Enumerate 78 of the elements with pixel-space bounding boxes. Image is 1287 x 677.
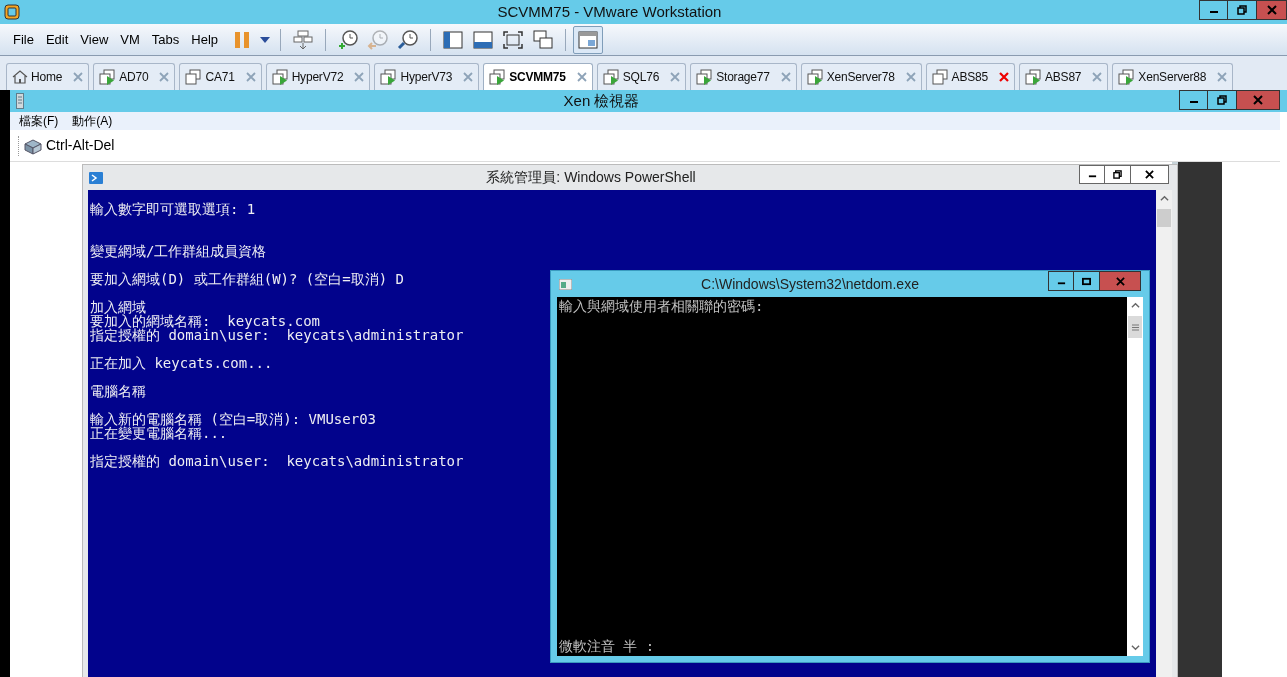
- ime-status: 微軟注音 半 :: [559, 637, 656, 655]
- console-line: 變更網域/工作群組成員資格: [90, 244, 267, 258]
- scroll-up-icon[interactable]: [1159, 194, 1169, 203]
- console-line: 正在變更電腦名稱...: [90, 426, 228, 440]
- minimize-button[interactable]: [1048, 271, 1074, 291]
- console-view-icon: [578, 30, 599, 49]
- dropdown-caret-icon: [260, 36, 271, 43]
- viewer-title: Xen 檢視器: [563, 90, 640, 111]
- console-line: 輸入新的電腦名稱 (空白=取消): VMUser03: [90, 412, 376, 426]
- scrollbar-thumb[interactable]: [1157, 209, 1171, 227]
- console-line: 電腦名稱: [90, 384, 146, 398]
- restore-icon: [1113, 170, 1122, 179]
- scrollbar[interactable]: [1127, 297, 1143, 656]
- console-line: 輸入與網域使用者相關聯的密碼:: [559, 298, 765, 314]
- scroll-up-icon[interactable]: [1130, 301, 1140, 310]
- menu-item[interactable]: Edit: [40, 29, 74, 50]
- scroll-down-icon[interactable]: [1130, 643, 1140, 652]
- close-icon: [1253, 95, 1263, 105]
- home-icon: [12, 69, 28, 85]
- clock-plus-icon: [337, 28, 360, 51]
- netdom-title: C:\Windows\System32\netdom.exe: [701, 274, 919, 294]
- console-line: 加入網域: [90, 300, 146, 314]
- tab[interactable]: SCVMM75: [483, 63, 593, 90]
- close-icon: [1266, 5, 1277, 15]
- console-line: 指定授權的 domain\user: keycats\administrator: [90, 328, 464, 342]
- window-title: SCVMM75 - VMware Workstation: [497, 1, 722, 22]
- menu-item[interactable]: Tabs: [146, 29, 185, 50]
- tab[interactable]: CA71: [179, 63, 262, 90]
- minimize-button[interactable]: [1179, 90, 1208, 110]
- console-icon: [559, 278, 572, 290]
- ctrl-alt-del-button[interactable]: Ctrl-Alt-Del: [22, 135, 115, 156]
- tab[interactable]: HyperV73: [374, 63, 480, 90]
- close-icon: [1115, 276, 1125, 286]
- console-line: 要加入的網域名稱: keycats.com: [90, 314, 320, 328]
- menu-item[interactable]: Help: [186, 29, 224, 50]
- minimize-button[interactable]: [1199, 0, 1228, 20]
- sidebar-icon: [443, 30, 464, 49]
- menu-item[interactable]: File: [8, 29, 39, 50]
- tab[interactable]: XenServer88: [1112, 63, 1234, 90]
- console-view-button[interactable]: [573, 25, 604, 54]
- restore-icon: [1237, 5, 1247, 15]
- close-icon[interactable]: [576, 72, 587, 82]
- menu-item[interactable]: VM: [115, 29, 145, 50]
- clock-arrow-icon: [367, 28, 390, 51]
- powershell-title: 系統管理員: Windows PowerShell: [486, 168, 696, 187]
- restore-button[interactable]: [1208, 90, 1237, 110]
- restore-button[interactable]: [1228, 0, 1257, 20]
- scrollbar[interactable]: [1156, 190, 1172, 677]
- restore-icon: [1217, 95, 1227, 105]
- tab[interactable]: AD70: [93, 63, 176, 90]
- maximize-icon: [1082, 276, 1091, 286]
- console-line: 要加入網域(D) 或工作群組(W)? (空白=取消) D: [90, 272, 404, 286]
- close-icon: [1145, 170, 1154, 179]
- tab[interactable]: ABS85: [925, 63, 1015, 90]
- tab[interactable]: XenServer78: [800, 63, 922, 90]
- tab[interactable]: HyperV72: [265, 63, 371, 90]
- menu-item[interactable]: 檔案(F): [19, 112, 59, 130]
- menu-item[interactable]: View: [75, 29, 114, 50]
- overlapping-windows-icon: [533, 29, 554, 50]
- app-icon: [4, 4, 20, 20]
- close-button[interactable]: [1131, 165, 1169, 184]
- server-icon: [16, 93, 24, 109]
- tab[interactable]: SQL76: [596, 63, 687, 90]
- thumbnail-bar-icon: [473, 30, 494, 49]
- console-line: 正在加入 keycats.com...: [90, 356, 273, 370]
- scrollbar-thumb[interactable]: [1128, 316, 1142, 338]
- minimize-button[interactable]: [1079, 165, 1105, 184]
- restore-button[interactable]: [1105, 165, 1131, 184]
- powershell-icon: [89, 171, 103, 184]
- console-line: 輸入數字即可選取選項: 1: [90, 202, 256, 216]
- grip-icon: [1131, 323, 1139, 331]
- menu-item[interactable]: 動作(A): [72, 112, 113, 130]
- close-icon[interactable]: [999, 72, 1009, 82]
- tab[interactable]: ABS87: [1019, 63, 1109, 90]
- console-line: 指定授權的 domain\user: keycats\administrator: [90, 454, 464, 468]
- tab[interactable]: Home: [6, 63, 90, 90]
- fullscreen-icon: [503, 30, 524, 49]
- tab[interactable]: Storage77: [690, 63, 797, 90]
